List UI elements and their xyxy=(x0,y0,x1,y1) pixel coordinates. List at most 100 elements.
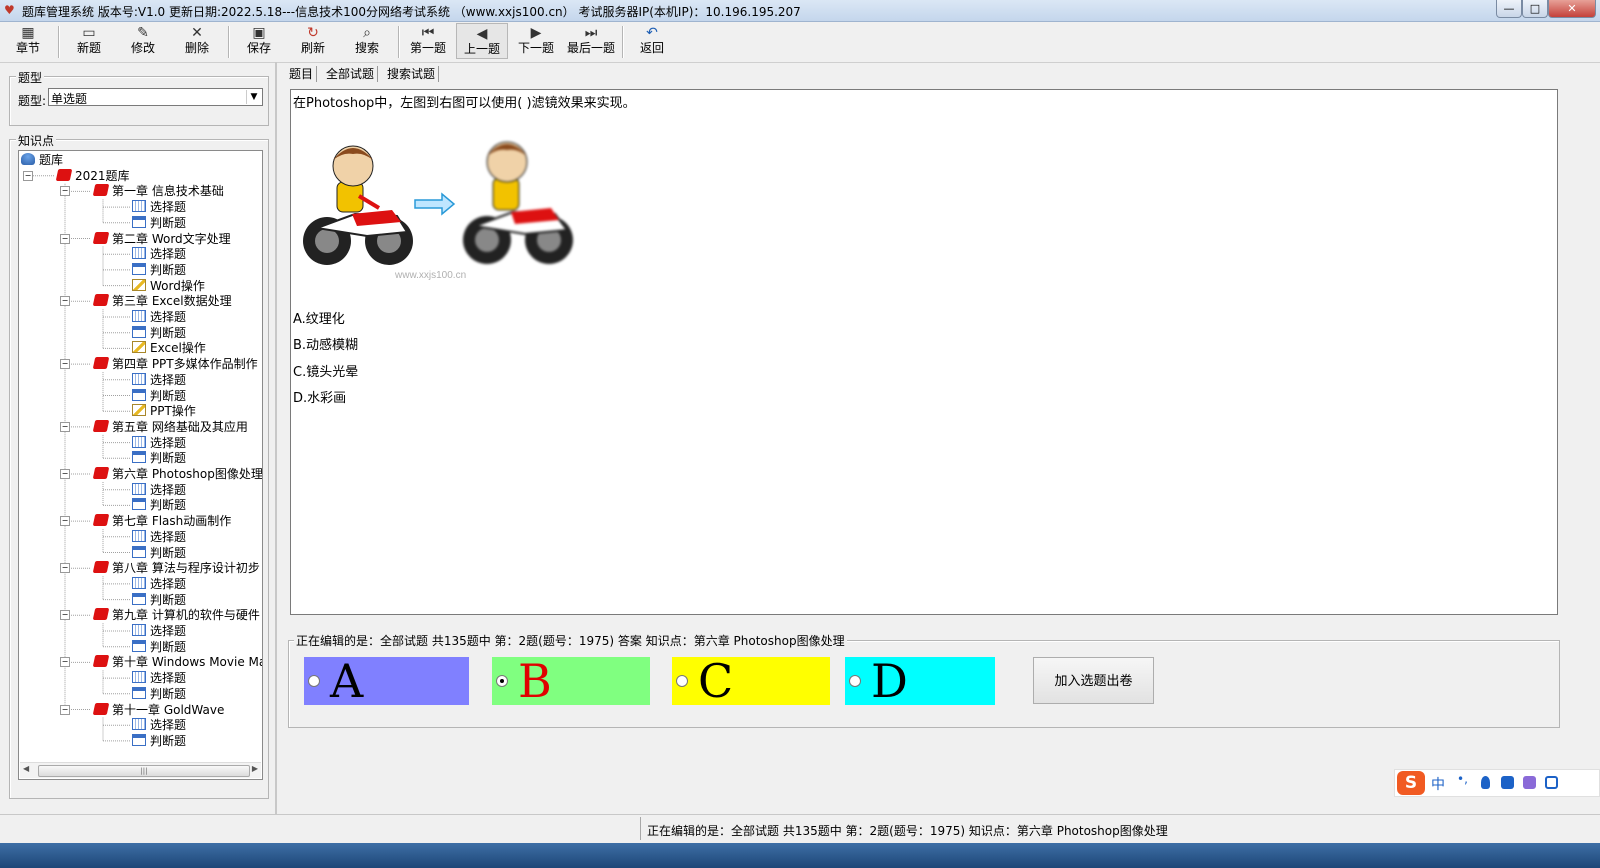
tree-leaf[interactable]: 判断题 xyxy=(132,215,186,231)
scroll-right-icon[interactable]: ▶ xyxy=(252,764,258,773)
search-button[interactable]: ⌕ 搜索 xyxy=(341,23,393,59)
refresh-button[interactable]: ↻ 刷新 xyxy=(287,23,339,59)
tree-leaf[interactable]: 选择题 xyxy=(132,576,186,592)
tree-leaf[interactable]: 选择题 xyxy=(132,435,186,451)
tree-chapter[interactable]: 第二章 Word文字处理 xyxy=(92,231,231,247)
tree-leaf[interactable]: 选择题 xyxy=(132,529,186,545)
tree-chapter[interactable]: 第六章 Photoshop图像处理 xyxy=(92,466,262,482)
tree-chapter[interactable]: 第一章 信息技术基础 xyxy=(92,183,224,199)
add-to-paper-button[interactable]: 加入选题出卷 xyxy=(1033,657,1154,704)
minimize-button[interactable]: — xyxy=(1496,0,1522,18)
choice-grid-icon xyxy=(132,529,146,542)
scrollbar-thumb[interactable]: ||| xyxy=(38,765,250,777)
tree-leaf[interactable]: PPT操作 xyxy=(132,403,196,419)
collapse-toggle[interactable]: − xyxy=(23,170,33,181)
answer-b-radio[interactable] xyxy=(496,675,508,687)
tree-leaf[interactable]: 判断题 xyxy=(132,733,186,749)
knowledge-tree[interactable]: 题库 −2021题库 − 第一章 信息技术基础 选择题 判断题 − 第二章 Word文字处理选… xyxy=(18,150,263,780)
tree-leaf[interactable]: 判断题 xyxy=(132,639,186,655)
tree-leaf[interactable]: 选择题 xyxy=(132,717,186,733)
horizontal-scrollbar[interactable]: ◀ ||| ▶ xyxy=(20,762,261,778)
tree-leaf[interactable]: 判断题 xyxy=(132,450,186,466)
modify-button[interactable]: ✎ 修改 xyxy=(117,23,169,59)
first-question-button[interactable]: ⏮ 第一题 xyxy=(402,23,454,59)
judge-grid-icon xyxy=(132,325,146,338)
collapse-toggle[interactable]: − xyxy=(60,296,70,307)
back-button[interactable]: ↶ 返回 xyxy=(626,23,678,59)
collapse-toggle[interactable]: − xyxy=(60,421,70,432)
tree-leaf[interactable]: 判断题 xyxy=(132,545,186,561)
maximize-button[interactable]: □ xyxy=(1522,0,1548,18)
close-button[interactable]: ✕ xyxy=(1548,0,1596,18)
collapse-toggle[interactable]: − xyxy=(60,610,70,621)
next-question-button[interactable]: ▶ 下一题 xyxy=(510,23,562,59)
tree-leaf[interactable]: 选择题 xyxy=(132,482,186,498)
prev-question-button[interactable]: ◀ 上一题 xyxy=(456,23,508,59)
tab-question[interactable]: 题目 xyxy=(286,66,318,82)
tree-root[interactable]: 题库 xyxy=(21,152,63,168)
type-select[interactable]: 单选题 ▼ xyxy=(48,88,263,106)
tree-chapter[interactable]: 第十一章 GoldWave xyxy=(92,702,224,718)
ime-toolbar[interactable]: S 中 •, xyxy=(1394,769,1600,797)
tree-chapter[interactable]: 第八章 算法与程序设计初步 xyxy=(92,560,260,576)
collapse-toggle[interactable]: − xyxy=(60,516,70,527)
tree-leaf[interactable]: 判断题 xyxy=(132,497,186,513)
collapse-toggle[interactable]: − xyxy=(60,359,70,370)
tree-chapter[interactable]: 第四章 PPT多媒体作品制作 xyxy=(92,356,258,372)
tree-chapter[interactable]: 第七章 Flash动画制作 xyxy=(92,513,231,529)
tree-leaf[interactable]: 选择题 xyxy=(132,309,186,325)
collapse-toggle[interactable]: − xyxy=(60,704,70,715)
answer-a-radio[interactable] xyxy=(308,675,320,687)
microphone-icon[interactable] xyxy=(1481,776,1490,789)
answer-d-option[interactable]: D xyxy=(845,655,995,707)
answer-d-radio[interactable] xyxy=(849,675,861,687)
last-question-button[interactable]: ⏭ 最后一题 xyxy=(562,23,620,59)
answer-b-option[interactable]: B xyxy=(492,655,650,707)
chevron-down-icon[interactable]: ▼ xyxy=(246,90,261,104)
collapse-toggle[interactable]: − xyxy=(60,657,70,668)
tree-bank[interactable]: 2021题库 xyxy=(55,168,130,184)
sogou-logo-icon[interactable]: S xyxy=(1397,771,1425,795)
tree-leaf[interactable]: Excel操作 xyxy=(132,340,206,356)
new-question-button[interactable]: ▭ 新题 xyxy=(63,23,115,59)
scroll-left-icon[interactable]: ◀ xyxy=(23,764,29,773)
tree-leaf[interactable]: 选择题 xyxy=(132,372,186,388)
tree-leaf[interactable]: 判断题 xyxy=(132,388,186,404)
tree-chapter[interactable]: 第三章 Excel数据处理 xyxy=(92,293,232,309)
answer-c-radio[interactable] xyxy=(676,675,688,687)
delete-button[interactable]: ✕ 删除 xyxy=(171,23,223,59)
punctuation-icon[interactable]: •, xyxy=(1457,772,1470,786)
tree-leaf[interactable]: 选择题 xyxy=(132,199,186,215)
answer-a-option[interactable]: A xyxy=(304,655,469,707)
collapse-toggle[interactable]: − xyxy=(60,563,70,574)
type-group-label: 题型 xyxy=(16,69,45,86)
save-button[interactable]: ▣ 保存 xyxy=(233,23,285,59)
collapse-toggle[interactable]: − xyxy=(60,469,70,479)
tree-leaf[interactable]: 判断题 xyxy=(132,592,186,608)
tree-chapter[interactable]: 第十章 Windows Movie Maker xyxy=(92,654,262,670)
book-icon xyxy=(92,608,110,621)
skin-icon[interactable] xyxy=(1523,776,1536,789)
chapter-button[interactable]: ▦ 章节 xyxy=(2,23,54,59)
ime-mode[interactable]: 中 xyxy=(1431,774,1445,794)
collapse-toggle[interactable]: − xyxy=(60,233,70,244)
tree-leaf[interactable]: 选择题 xyxy=(132,623,186,639)
tree-leaf[interactable]: Word操作 xyxy=(132,278,205,294)
tree-leaf[interactable]: 选择题 xyxy=(132,670,186,686)
toolbox-icon[interactable] xyxy=(1545,776,1558,789)
tab-all-questions[interactable]: 全部试题 xyxy=(323,66,379,82)
answer-c-option[interactable]: C xyxy=(672,655,830,707)
keyboard-icon[interactable] xyxy=(1501,776,1514,789)
tree-leaf[interactable]: 选择题 xyxy=(132,246,186,262)
tree-leaf[interactable]: 判断题 xyxy=(132,325,186,341)
judge-grid-icon xyxy=(132,592,146,605)
tree-chapter[interactable]: 第五章 网络基础及其应用 xyxy=(92,419,248,435)
choice-grid-icon xyxy=(132,435,146,448)
tree-leaf[interactable]: 判断题 xyxy=(132,686,186,702)
splitter[interactable] xyxy=(275,62,277,814)
tree-leaf[interactable]: 判断题 xyxy=(132,262,186,278)
collapse-toggle[interactable]: − xyxy=(60,186,70,197)
tab-search-questions[interactable]: 搜索试题 xyxy=(384,66,440,82)
question-editor[interactable]: 在Photoshop中，左图到右图可以使用( )滤镜效果来实现。 www.xxj… xyxy=(290,89,1558,615)
tree-chapter[interactable]: 第九章 计算机的软件与硬件 xyxy=(92,607,260,623)
